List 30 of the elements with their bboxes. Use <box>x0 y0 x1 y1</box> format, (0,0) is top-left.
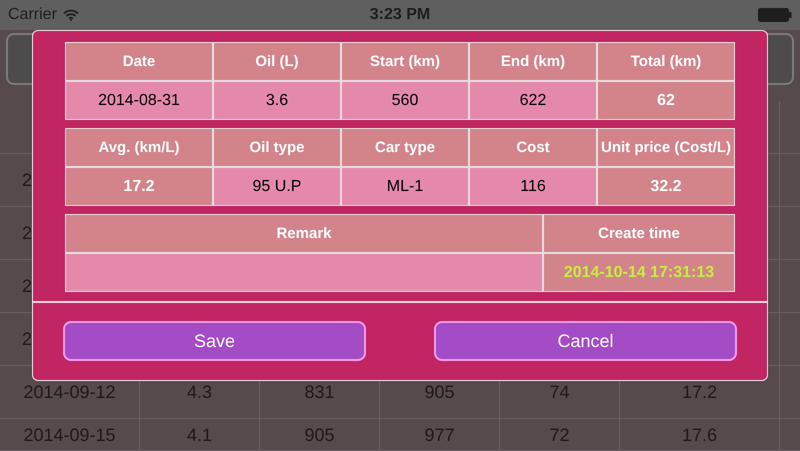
column-header: Cost <box>470 129 596 166</box>
clock-label: 3:23 PM <box>370 5 430 25</box>
column-header: Date <box>66 43 212 80</box>
column-header: Remark <box>66 215 542 252</box>
column-header: Start (km) <box>342 43 468 80</box>
column-header: Oil (L) <box>214 43 340 80</box>
column-header: Unit price (Cost/L) <box>598 129 734 166</box>
input-field[interactable] <box>66 254 542 291</box>
column-header: Oil type <box>214 129 340 166</box>
wifi-icon <box>62 9 79 21</box>
input-field[interactable]: 95 U.P <box>214 168 340 205</box>
value-cell: 32.2 <box>598 168 734 205</box>
column-header: Avg. (km/L) <box>66 129 212 166</box>
input-field[interactable]: 3.6 <box>214 82 340 119</box>
value-cell: 2014-10-14 17:31:13 <box>544 254 734 291</box>
column-header: Total (km) <box>598 43 734 80</box>
input-field[interactable]: ML-1 <box>342 168 468 205</box>
column-header: Car type <box>342 129 468 166</box>
input-field[interactable]: 560 <box>342 82 468 119</box>
value-cell: 62 <box>598 82 734 119</box>
value-cell: 17.2 <box>66 168 212 205</box>
battery-icon <box>758 8 792 22</box>
input-field[interactable]: 2014-08-31 <box>66 82 212 119</box>
cancel-button[interactable]: Cancel <box>434 321 737 361</box>
input-field[interactable]: 116 <box>470 168 596 205</box>
carrier-label: Carrier <box>8 5 57 25</box>
input-field[interactable]: 622 <box>470 82 596 119</box>
column-header: Create time <box>544 215 734 252</box>
column-header: End (km) <box>470 43 596 80</box>
save-button[interactable]: Save <box>63 321 366 361</box>
